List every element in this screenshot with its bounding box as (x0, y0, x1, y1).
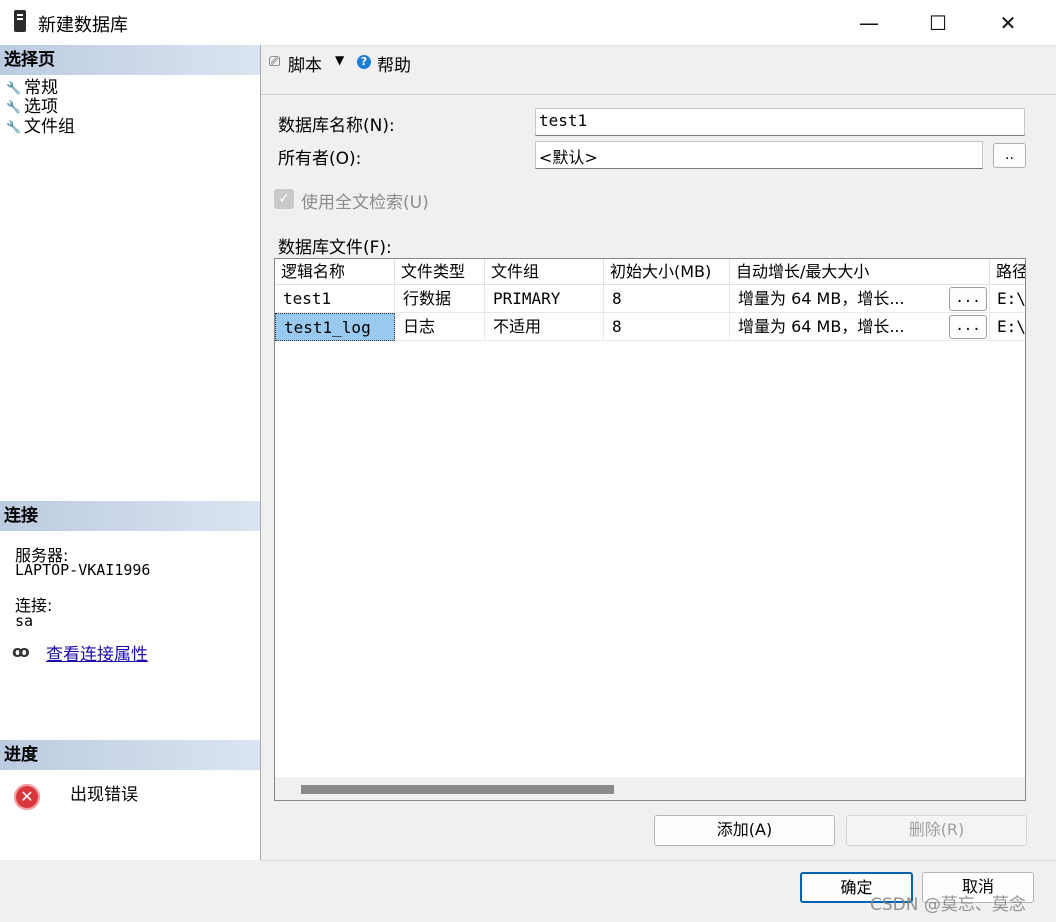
column-header-logical-name[interactable]: 逻辑名称 (275, 259, 395, 285)
script-icon: ⎚ (269, 54, 281, 70)
server-icon (14, 10, 26, 32)
column-header-autogrowth[interactable]: 自动增长/最大大小 (730, 259, 990, 285)
plug-icon: ꝏ (12, 642, 30, 661)
table-cell[interactable]: E:\S (990, 313, 1025, 341)
table-cell[interactable]: test1 (275, 285, 395, 313)
column-header-path[interactable]: 路径 (990, 259, 1025, 285)
maximize-button[interactable]: ☐ (903, 0, 973, 45)
help-icon: ? (357, 55, 371, 69)
help-button[interactable]: 帮助 (377, 51, 411, 76)
autogrowth-browse-button[interactable]: ... (949, 315, 987, 339)
wrench-icon: 🔧 (6, 120, 21, 134)
table-cell-selected[interactable]: test1_log (275, 313, 395, 341)
page-item-label: 常规 (24, 78, 58, 98)
script-button[interactable]: 脚本 (288, 51, 322, 76)
server-value: LAPTOP-VKAI1996 (15, 561, 151, 579)
error-icon: ✕ (14, 784, 40, 810)
db-files-label: 数据库文件(F): (278, 238, 392, 258)
table-cell[interactable]: 8 (604, 313, 730, 341)
chevron-down-icon[interactable]: ▼ (335, 53, 344, 67)
watermark: CSDN @莫忘、莫念 (870, 895, 1026, 915)
table-cell[interactable]: PRIMARY (485, 285, 604, 313)
page-item-label: 文件组 (24, 117, 75, 137)
progress-status: 出现错误 (70, 785, 138, 805)
table-cell[interactable]: 日志 (395, 313, 485, 341)
owner-input[interactable]: <默认> (535, 141, 983, 169)
left-panel: 选择页 🔧 常规 🔧 选项 🔧 文件组 连接 服务器: LAPTOP-VKAI1… (0, 45, 261, 860)
page-item-general[interactable]: 🔧 常规 (6, 78, 58, 98)
title-bar: 新建数据库 — ☐ ✕ (0, 0, 1056, 46)
page-item-filegroups[interactable]: 🔧 文件组 (6, 117, 75, 137)
minimize-button[interactable]: — (834, 0, 904, 45)
progress-header: 进度 (0, 740, 260, 770)
db-name-input[interactable]: test1 (535, 108, 1025, 136)
toolbar: ⎚ 脚本 ▼ ? 帮助 (261, 46, 1056, 95)
select-page-header: 选择页 (0, 45, 260, 75)
close-button[interactable]: ✕ (973, 0, 1043, 45)
table-cell[interactable]: 行数据 (395, 285, 485, 313)
page-item-options[interactable]: 🔧 选项 (6, 97, 58, 117)
table-cell[interactable]: 8 (604, 285, 730, 313)
wrench-icon: 🔧 (6, 100, 21, 114)
column-header-initial-size[interactable]: 初始大小(MB) (604, 259, 730, 285)
db-name-label: 数据库名称(N): (278, 116, 395, 136)
fulltext-checkbox[interactable]: ✓ (274, 189, 294, 209)
owner-browse-button[interactable]: .. (993, 143, 1026, 168)
page-item-label: 选项 (24, 97, 58, 117)
fulltext-label: 使用全文检索(U) (301, 193, 429, 213)
connection-value: sa (15, 612, 34, 630)
column-header-filegroup[interactable]: 文件组 (485, 259, 604, 285)
window-title: 新建数据库 (38, 15, 128, 36)
connection-header: 连接 (0, 501, 260, 531)
view-connection-properties-link[interactable]: 查看连接属性 (46, 640, 148, 665)
table-cell[interactable]: 不适用 (485, 313, 604, 341)
owner-label: 所有者(O): (278, 149, 362, 169)
table-cell[interactable]: E:\S (990, 285, 1025, 313)
database-files-grid[interactable]: 逻辑名称 文件类型 文件组 初始大小(MB) 自动增长/最大大小 路径 test… (274, 258, 1026, 801)
column-header-file-type[interactable]: 文件类型 (395, 259, 485, 285)
remove-button[interactable]: 删除(R) (846, 815, 1027, 846)
wrench-icon: 🔧 (6, 81, 21, 95)
scrollbar-thumb[interactable] (301, 785, 614, 794)
add-button[interactable]: 添加(A) (654, 815, 835, 846)
autogrowth-browse-button[interactable]: ... (949, 287, 987, 311)
